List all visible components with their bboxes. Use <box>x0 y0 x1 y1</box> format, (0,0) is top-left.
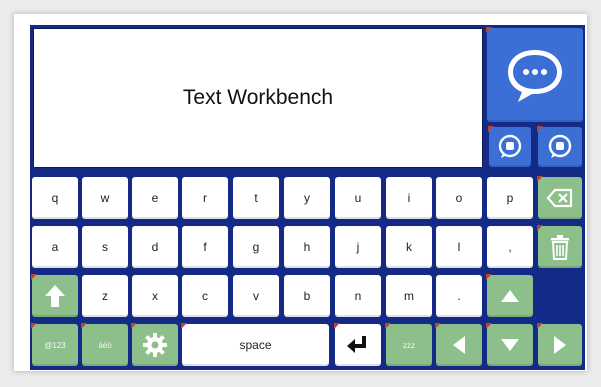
key-d[interactable]: d <box>132 226 178 268</box>
sleep-button[interactable]: zzz <box>385 323 432 366</box>
shift-button[interactable] <box>31 274 78 317</box>
enter-icon <box>347 336 366 353</box>
clear-button[interactable] <box>537 225 582 268</box>
cursor-right-button[interactable] <box>537 323 582 366</box>
cursor-left-button[interactable] <box>435 323 482 366</box>
gear-icon <box>143 333 167 357</box>
key-y[interactable]: y <box>284 177 330 219</box>
down-arrow-icon <box>501 339 519 351</box>
enter-key[interactable] <box>334 323 381 366</box>
key-m[interactable]: m <box>386 275 432 317</box>
key-p[interactable]: p <box>487 177 533 219</box>
key-e[interactable]: e <box>132 177 178 219</box>
key-x[interactable]: x <box>132 275 178 317</box>
key-l[interactable]: l <box>436 226 482 268</box>
text-display[interactable]: Text Workbench <box>33 28 483 168</box>
settings-button[interactable] <box>131 323 178 366</box>
key-c[interactable]: c <box>182 275 228 317</box>
right-arrow-icon <box>554 336 566 354</box>
key-o[interactable]: o <box>436 177 482 219</box>
key-t[interactable]: t <box>233 177 279 219</box>
key-b[interactable]: b <box>284 275 330 317</box>
key-f[interactable]: f <box>182 226 228 268</box>
speak-button[interactable] <box>486 27 583 122</box>
cursor-down-button[interactable] <box>486 323 533 366</box>
key-n[interactable]: n <box>335 275 381 317</box>
key-z[interactable]: z <box>82 275 128 317</box>
key-s[interactable]: s <box>82 226 128 268</box>
key-k[interactable]: k <box>386 226 432 268</box>
quick-phrase-button-1[interactable] <box>488 126 531 167</box>
key-period[interactable]: . <box>436 275 482 317</box>
chat-bubble-icon <box>498 134 522 158</box>
symbols-button[interactable]: @123 <box>31 323 78 366</box>
key-g[interactable]: g <box>233 226 279 268</box>
shift-arrow-icon <box>45 285 65 307</box>
key-i[interactable]: i <box>386 177 432 219</box>
backspace-icon <box>546 188 573 208</box>
key-q[interactable]: q <box>32 177 78 219</box>
quick-phrase-button-2[interactable] <box>537 126 582 167</box>
backspace-button[interactable] <box>537 176 582 219</box>
key-a[interactable]: a <box>32 226 78 268</box>
key-w[interactable]: w <box>82 177 128 219</box>
cursor-up-button[interactable] <box>486 274 533 317</box>
up-arrow-icon <box>501 290 519 302</box>
accents-button[interactable]: àéö <box>81 323 128 366</box>
key-h[interactable]: h <box>284 226 330 268</box>
speech-bubble-icon <box>508 50 562 102</box>
trash-icon <box>551 235 569 260</box>
chat-bubble-icon <box>548 134 572 158</box>
left-arrow-icon <box>453 336 465 354</box>
key-r[interactable]: r <box>182 177 228 219</box>
text-display-content: Text Workbench <box>182 86 334 109</box>
key-comma[interactable]: , <box>487 226 533 268</box>
key-v[interactable]: v <box>233 275 279 317</box>
key-j[interactable]: j <box>335 226 381 268</box>
space-key[interactable]: space <box>181 323 329 366</box>
key-u[interactable]: u <box>335 177 381 219</box>
